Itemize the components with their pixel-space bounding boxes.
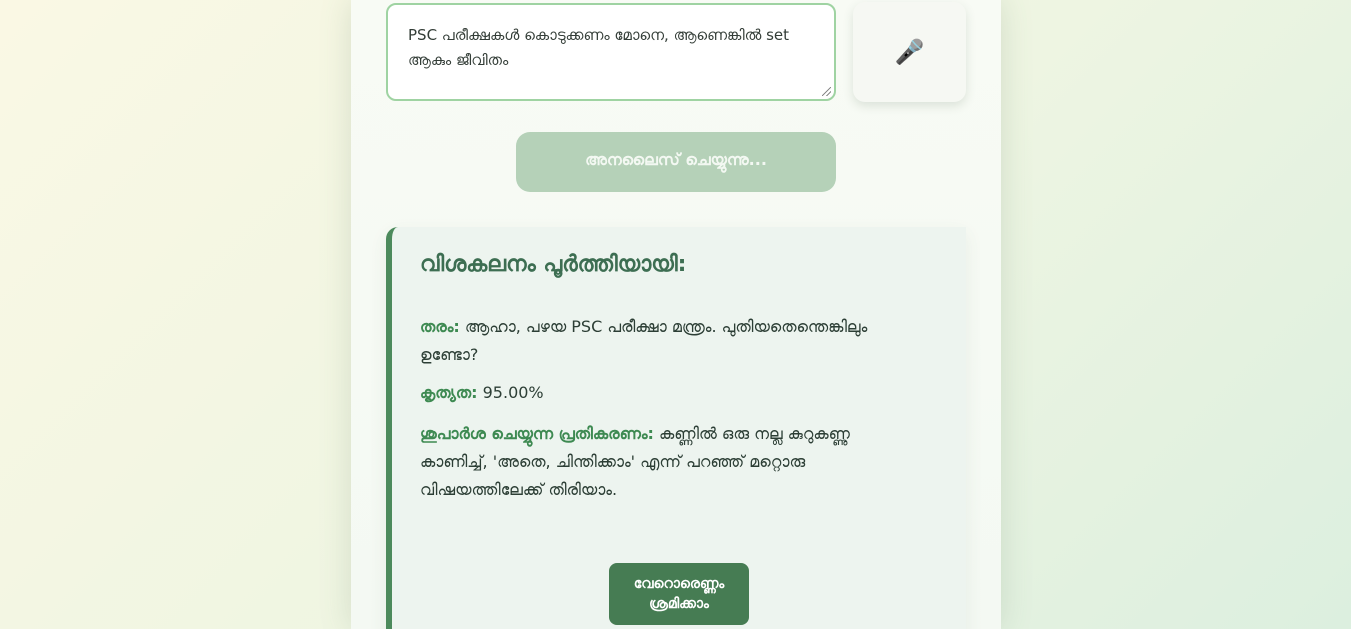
try-another-button[interactable]: വേറൊരെണ്ണം ശ്രമിക്കാം xyxy=(609,563,749,625)
result-accuracy-label: കൃത്യത: xyxy=(420,383,478,402)
voice-input-button[interactable]: 🎤 xyxy=(853,2,966,102)
analyze-button-label: അനലൈസ് ചെയ്യുന്നു... xyxy=(585,150,767,169)
message-input-value[interactable]: PSC പരീക്ഷകൾ കൊടുക്കണം മോനെ, ആണെങ്കിൽ se… xyxy=(408,26,789,69)
result-type-label: തരം: xyxy=(420,317,460,336)
result-type-value: ആഹാ, പഴയ PSC പരീക്ഷാ മന്ത്രം. പുതിയതെന്ത… xyxy=(420,317,868,364)
result-type: തരം: ആഹാ, പഴയ PSC പരീക്ഷാ മന്ത്രം. പുതിയ… xyxy=(420,313,920,369)
result-accuracy-value: 95.00% xyxy=(482,383,544,402)
result-suggestion: ശുപാർശ ചെയ്യുന്ന പ്രതികരണം: കണ്ണിൽ ഒരു ന… xyxy=(420,420,920,504)
message-input[interactable]: PSC പരീക്ഷകൾ കൊടുക്കണം മോനെ, ആണെങ്കിൽ se… xyxy=(386,3,836,101)
try-another-button-line1: വേറൊരെണ്ണം xyxy=(633,576,725,592)
microphone-icon: 🎤 xyxy=(894,38,925,66)
resize-handle[interactable] xyxy=(822,87,831,96)
result-title: വിശകലനം പൂർത്തിയായി: xyxy=(420,252,687,277)
try-another-button-line2: ശ്രമിക്കാം xyxy=(649,596,709,612)
analyze-button[interactable]: അനലൈസ് ചെയ്യുന്നു... xyxy=(516,132,836,192)
result-suggestion-label: ശുപാർശ ചെയ്യുന്ന പ്രതികരണം: xyxy=(420,424,654,443)
result-accuracy: കൃത്യത: 95.00% xyxy=(420,379,920,407)
